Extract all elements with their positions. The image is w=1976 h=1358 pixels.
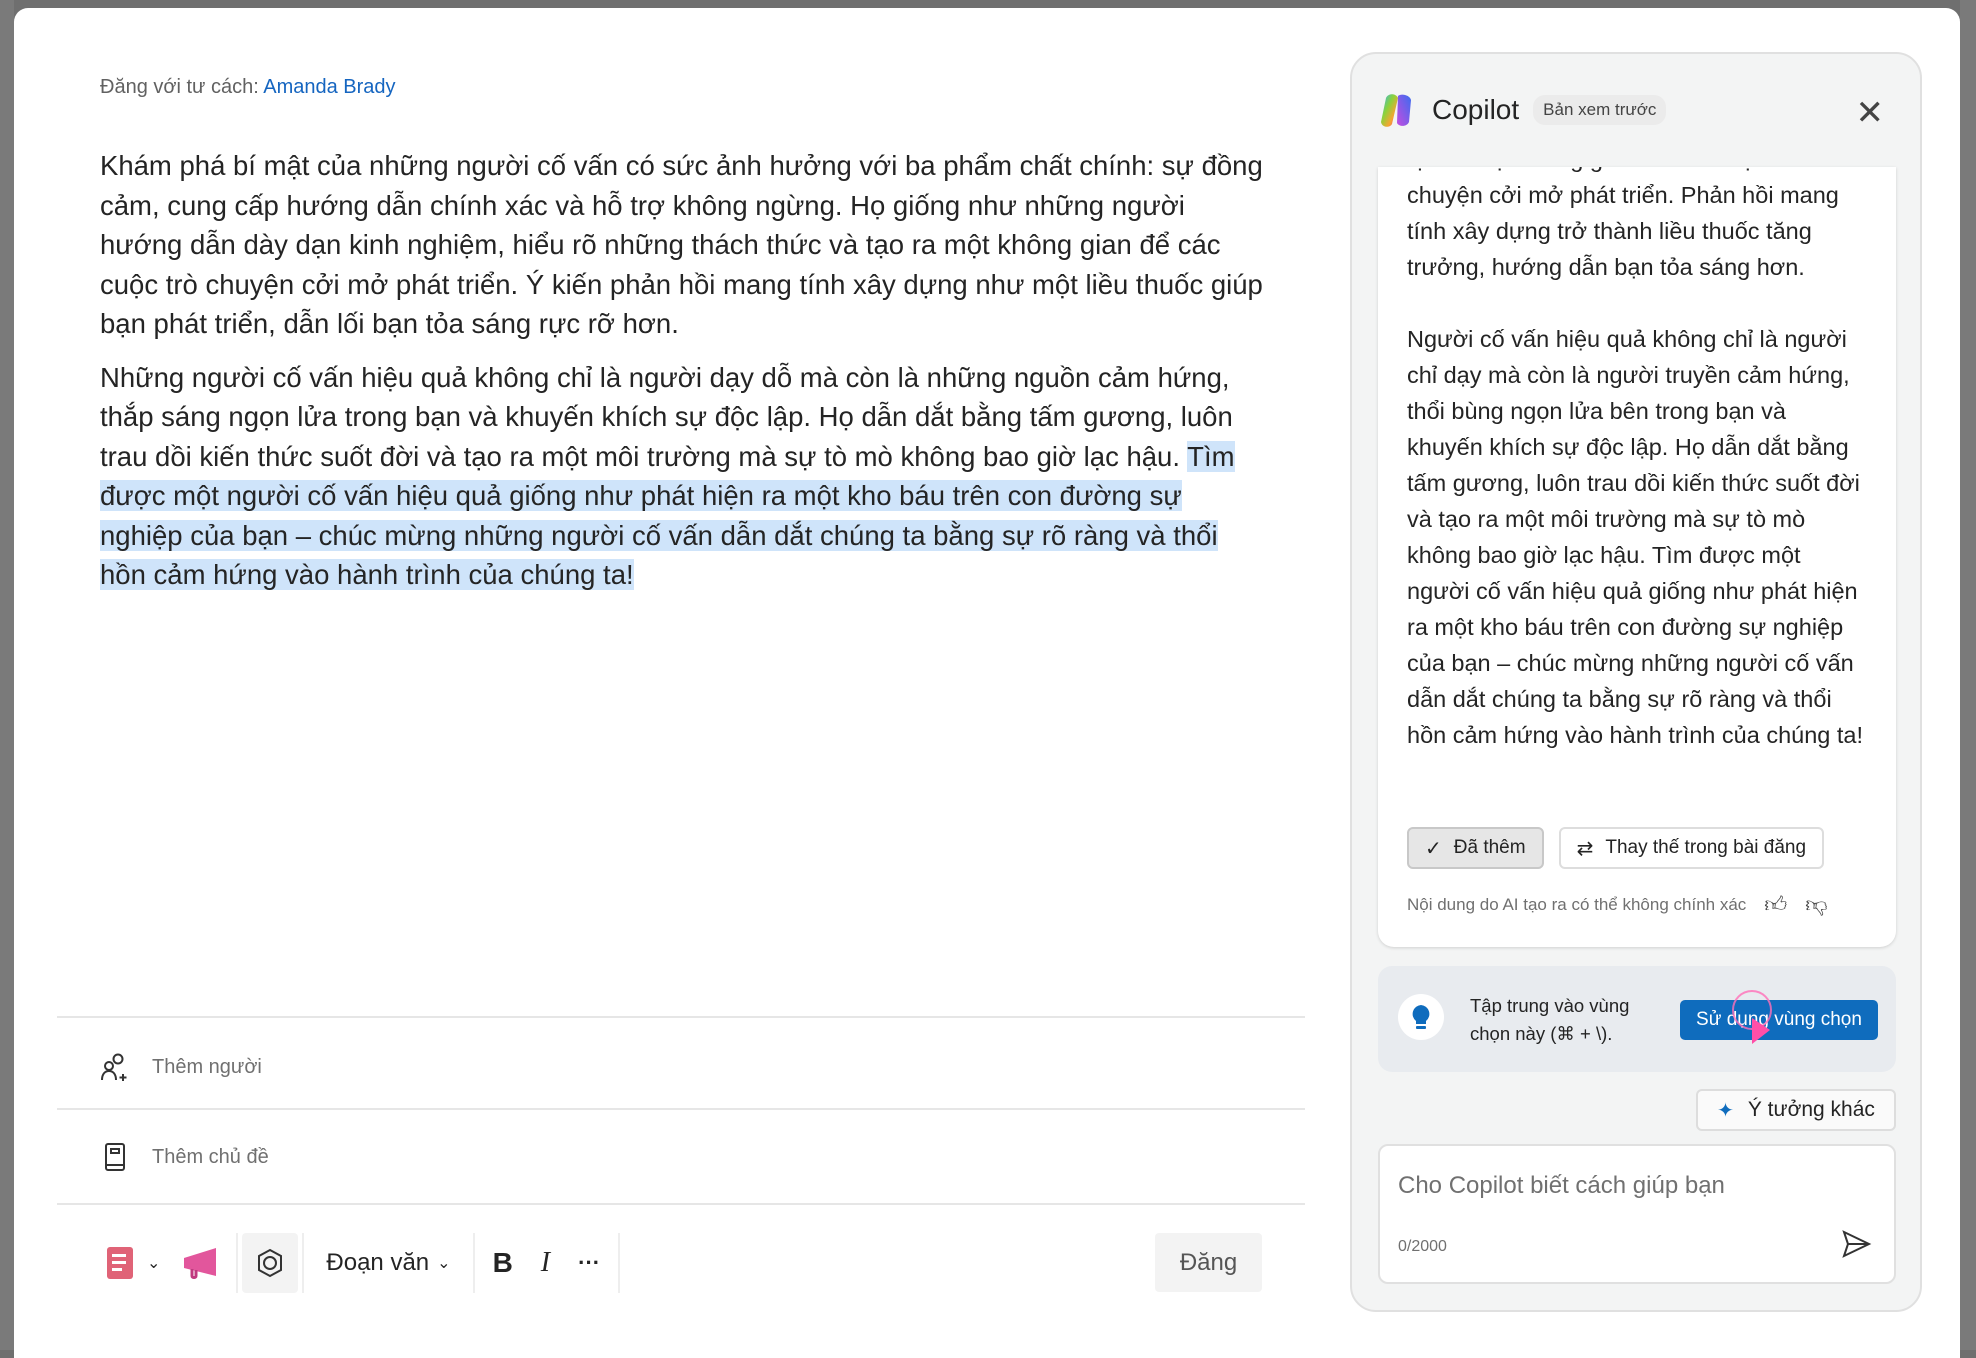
copilot-header: Copilot Bản xem trước	[1378, 90, 1667, 130]
paragraph-1: Khám phá bí mật của những người cố vấn c…	[100, 150, 1263, 339]
copilot-icon	[258, 1248, 283, 1278]
add-people-icon	[101, 1053, 127, 1081]
background-app-right	[1960, 0, 1976, 1350]
copilot-logo-icon	[1381, 94, 1411, 127]
focus-text: Tập trung vào vùng chọn này (⌘ + \).	[1470, 995, 1630, 1044]
thumbs-down-icon[interactable]: 👎︎	[1805, 891, 1827, 918]
post-editor[interactable]: Khám phá bí mật của những người cố vấn c…	[100, 146, 1270, 609]
copilot-prompt-input[interactable]: Cho Copilot biết cách giúp bạn 0/2000	[1378, 1144, 1896, 1284]
more-options-button[interactable]: ···	[564, 1233, 614, 1293]
added-button[interactable]: ✓ Đã thêm	[1407, 827, 1544, 869]
posting-as: Đăng với tư cách: Amanda Brady	[100, 76, 396, 98]
more-ideas-button[interactable]: ✦ Ý tưởng khác	[1696, 1089, 1896, 1131]
paragraph-style-dropdown[interactable]: Đoạn văn ⌄	[308, 1233, 468, 1293]
cursor-pointer-icon	[1732, 990, 1772, 1044]
background-app-left	[0, 0, 14, 1350]
ai-disclaimer: Nội dung do AI tạo ra có thể không chính…	[1407, 894, 1747, 914]
copilot-panel: Copilot Bản xem trước ✕ tạo ra một không…	[1350, 52, 1922, 1312]
close-icon[interactable]: ✕	[1856, 96, 1885, 130]
add-people-field[interactable]: Thêm người	[100, 1052, 262, 1082]
chevron-down-icon: ⌄	[437, 1255, 451, 1272]
toolbar-separator	[236, 1233, 239, 1293]
post-type-dropdown[interactable]: ⌄	[95, 1233, 170, 1293]
paragraph-2: Những người cố vấn hiệu quả không chỉ là…	[100, 361, 1235, 590]
copilot-response-card: tạo ra một không gian để các cuộc trò ch…	[1378, 167, 1896, 947]
divider	[57, 1108, 1305, 1110]
toolbar-separator	[302, 1233, 305, 1293]
divider	[57, 1016, 1305, 1018]
formatting-toolbar: ⌄ Đoạn văn ⌄ B I ···	[95, 1233, 624, 1293]
lightbulb-icon	[1398, 994, 1444, 1040]
preview-badge: Bản xem trước	[1533, 95, 1667, 125]
send-icon[interactable]	[1840, 1228, 1872, 1260]
document-icon	[107, 1247, 133, 1279]
toolbar-separator	[472, 1233, 475, 1293]
copilot-button[interactable]	[242, 1233, 299, 1293]
focus-selection-banner: Tập trung vào vùng chọn này (⌘ + \). Sử …	[1378, 966, 1896, 1072]
italic-button[interactable]: I	[527, 1233, 564, 1293]
add-topic-field[interactable]: Thêm chủ đề	[100, 1142, 269, 1172]
replace-in-post-button[interactable]: ⇄ Thay thế trong bài đăng	[1558, 827, 1825, 869]
book-icon	[105, 1143, 125, 1171]
swap-arrows-icon: ⇄	[1576, 837, 1594, 860]
toolbar-separator	[618, 1233, 621, 1293]
sparkle-icon: ✦	[1717, 1099, 1734, 1122]
announcement-button[interactable]	[170, 1233, 232, 1293]
post-button[interactable]: Đăng	[1155, 1233, 1262, 1292]
copilot-title: Copilot	[1432, 94, 1520, 125]
thumbs-up-icon[interactable]: 👍︎	[1764, 891, 1787, 918]
megaphone-icon	[184, 1248, 217, 1279]
character-count: 0/2000	[1398, 1238, 1447, 1255]
author-link[interactable]: Amanda Brady	[263, 76, 395, 98]
chevron-down-icon: ⌄	[147, 1255, 161, 1272]
divider	[57, 1203, 1305, 1205]
response-text: tạo ra một không gian để các cuộc trò ch…	[1407, 167, 1864, 748]
checkmark-icon: ✓	[1425, 837, 1442, 860]
bold-button[interactable]: B	[479, 1233, 527, 1293]
